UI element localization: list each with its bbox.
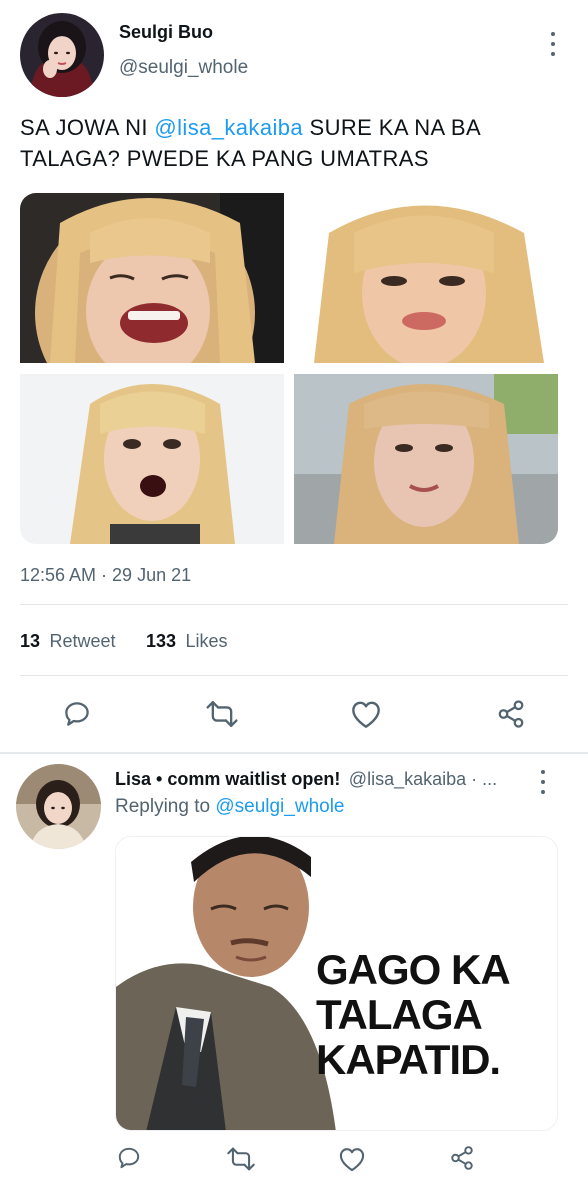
tweet-photo[interactable] (294, 374, 558, 544)
like-icon[interactable] (338, 1146, 366, 1172)
tweet-photo[interactable] (20, 193, 284, 363)
author-name[interactable]: Seulgi Buo (119, 22, 213, 43)
retweet-count: 13 (20, 631, 41, 651)
divider (20, 675, 568, 676)
meme-line: KAPATID. (316, 1036, 501, 1083)
share-icon[interactable] (449, 1145, 475, 1171)
retweet-label: Retweet (49, 631, 116, 651)
likes-stat[interactable]: 133 Likes (146, 631, 228, 652)
retweet-icon[interactable] (205, 699, 239, 729)
tweet-timestamp[interactable]: 12:56 AM · 29 Jun 21 (20, 565, 191, 586)
meme-line: TALAGA (316, 991, 483, 1038)
divider (20, 604, 568, 605)
reply-photo[interactable]: GAGO KA TALAGA KAPATID. (115, 836, 558, 1131)
likes-label: Likes (185, 631, 228, 651)
reply-author-handle[interactable]: @lisa_kakaiba · ... (349, 769, 497, 789)
meme-caption: GAGO KA TALAGA KAPATID. (316, 946, 511, 1083)
more-options-icon[interactable] (541, 29, 565, 59)
like-icon[interactable] (350, 699, 382, 729)
likes-count: 133 (146, 631, 177, 651)
retweet-stat[interactable]: 13 Retweet (20, 631, 116, 652)
more-options-icon[interactable] (531, 767, 555, 797)
tweet-text-part: SA JOWA NI (20, 115, 155, 140)
replying-to-handle[interactable]: @seulgi_whole (215, 796, 344, 817)
reply-icon[interactable] (62, 699, 92, 729)
replying-to-prefix: Replying to (115, 796, 216, 817)
tweet-text: SA JOWA NI @lisa_kakaiba SURE KA NA BA T… (20, 112, 568, 174)
divider (0, 752, 588, 754)
reply-author-avatar[interactable] (16, 764, 101, 849)
meme-line: GAGO KA (316, 946, 511, 993)
share-icon[interactable] (496, 699, 526, 729)
reply-icon[interactable] (116, 1145, 142, 1171)
author-handle[interactable]: @seulgi_whole (119, 57, 248, 79)
tweet-photo[interactable] (294, 193, 558, 363)
tweet-photo[interactable] (20, 374, 284, 544)
retweet-icon[interactable] (226, 1146, 256, 1172)
mention-link[interactable]: @lisa_kakaiba (154, 115, 303, 140)
reply-header: Lisa • comm waitlist open! @lisa_kakaiba… (115, 769, 535, 790)
reply-author-name[interactable]: Lisa • comm waitlist open! (115, 769, 340, 789)
replying-to: Replying to @seulgi_whole (115, 796, 344, 818)
author-avatar[interactable] (20, 13, 104, 97)
